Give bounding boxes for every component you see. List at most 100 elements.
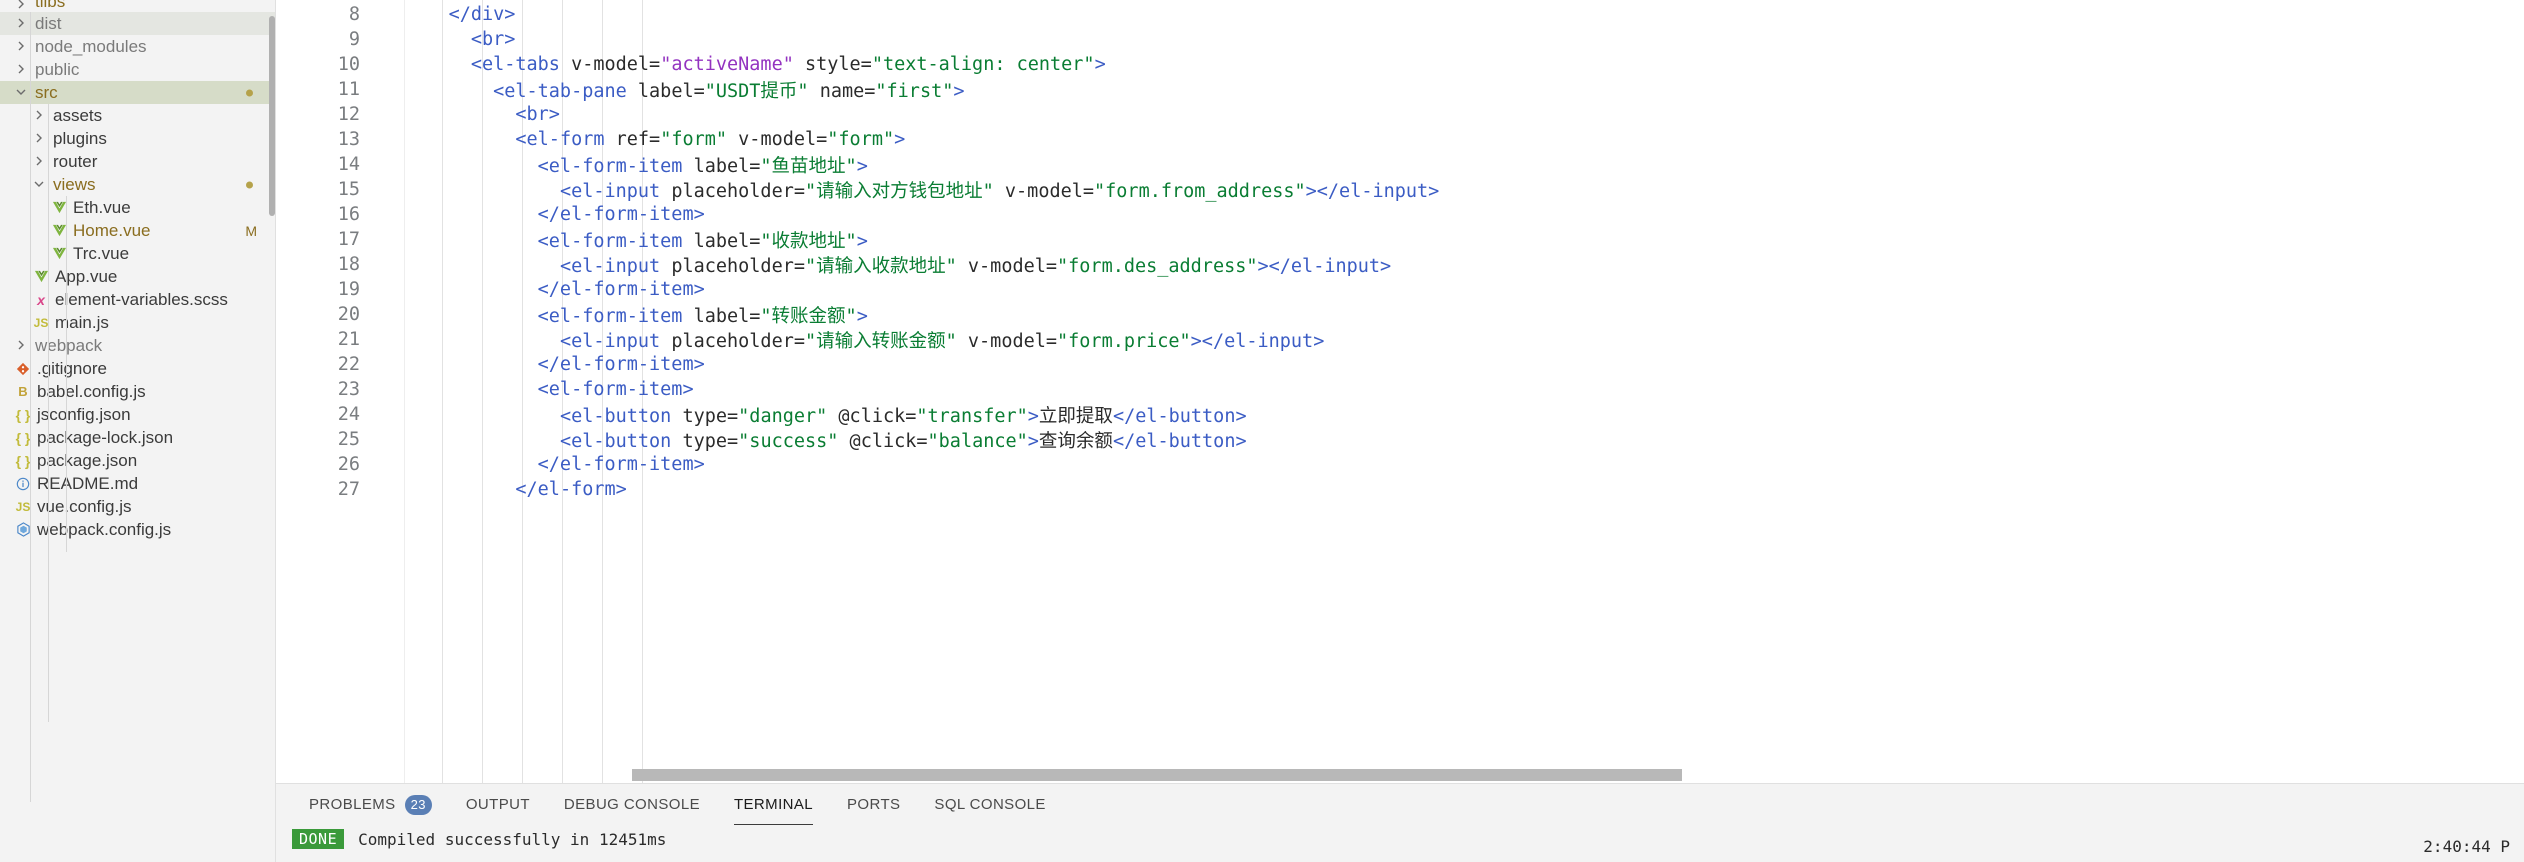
panel-tab-terminal[interactable]: TERMINAL (717, 784, 830, 825)
code-line: 12 <br> (276, 102, 2524, 127)
code-text: </el-form-item> (396, 454, 705, 475)
clock-time: 2:40:44 P (2423, 837, 2510, 856)
chevron-down-icon[interactable] (12, 86, 32, 100)
tree-item-label: Trc.vue (70, 244, 129, 264)
editor-horizontal-scrollbar[interactable] (632, 769, 1682, 781)
tree-item-app-vue[interactable]: App.vue (0, 265, 275, 288)
tree-item-webpack-config-js[interactable]: webpack.config.js (0, 518, 275, 541)
code-line: 19 </el-form-item> (276, 277, 2524, 302)
line-number: 23 (276, 379, 396, 400)
line-number: 11 (276, 79, 396, 100)
panel-tab-label: TERMINAL (734, 796, 813, 813)
git-status-badge: M (245, 223, 257, 239)
panel-tab-debug-console[interactable]: DEBUG CONSOLE (547, 784, 717, 825)
code-text: <el-button type="success" @click="balanc… (396, 427, 1247, 453)
tree-item-views[interactable]: views (0, 173, 275, 196)
modified-dot-indicator (246, 181, 253, 188)
tree-item-label: views (50, 175, 96, 195)
tree-item-webpack[interactable]: webpack (0, 334, 275, 357)
tree-item-label: main.js (52, 313, 109, 333)
panel-tab-output[interactable]: OUTPUT (449, 784, 547, 825)
chevron-right-icon[interactable] (30, 109, 50, 123)
chevron-down-icon[interactable] (30, 178, 50, 192)
code-line: 26 </el-form-item> (276, 452, 2524, 477)
tree-item-label: element-variables.scss (52, 290, 228, 310)
tree-item-label: assets (50, 106, 102, 126)
tree-item-assets[interactable]: assets (0, 104, 275, 127)
panel-tab-bar[interactable]: PROBLEMS23OUTPUTDEBUG CONSOLE TERMINAL POR… (276, 784, 2524, 825)
panel-tab-label: PORTS (847, 796, 900, 813)
panel-tab-sql-console[interactable]: SQL CONSOLE (917, 784, 1062, 825)
chevron-right-icon[interactable] (30, 155, 50, 169)
chevron-right-icon[interactable] (12, 339, 32, 353)
tree-item-main-js[interactable]: JSmain.js (0, 311, 275, 334)
tree-item-vue-config-js[interactable]: JSvue.config.js (0, 495, 275, 518)
code-line: 27 </el-form> (276, 477, 2524, 502)
code-text: </el-form-item> (396, 279, 705, 300)
tree-item-package-lock-json[interactable]: { }package-lock.json (0, 426, 275, 449)
code-text: <el-input placeholder="请输入对方钱包地址" v-mode… (396, 177, 1439, 203)
tree-indent-guide (66, 196, 67, 552)
tree-item-node-modules[interactable]: node_modules (0, 35, 275, 58)
code-text: <el-button type="danger" @click="transfe… (396, 402, 1247, 428)
tree-item-label: README.md (34, 474, 138, 494)
tree-item-router[interactable]: router (0, 150, 275, 173)
code-line: 8 </div> (276, 2, 2524, 27)
code-text: <br> (396, 104, 560, 125)
code-lines: 8 </div>9 <br>10 <el-tabs v-model="activ… (276, 0, 2524, 502)
file-tree[interactable]: tlibsdistnode_modulespublicsrc assetsplug… (0, 0, 275, 541)
editor-area: 8 </div>9 <br>10 <el-tabs v-model="activ… (276, 0, 2524, 862)
tree-item-label: package-lock.json (34, 428, 173, 448)
line-number: 18 (276, 254, 396, 275)
chevron-right-icon[interactable] (12, 63, 32, 77)
code-text: <el-form-item label="鱼苗地址"> (396, 152, 868, 178)
code-line: 21 <el-input placeholder="请输入转账金额" v-mod… (276, 327, 2524, 352)
problems-count-badge: 23 (405, 795, 432, 815)
code-text: <el-tabs v-model="activeName" style="tex… (396, 54, 1106, 75)
tree-item-gitignore[interactable]: .gitignore (0, 357, 275, 380)
tree-item-label: Home.vue (70, 221, 150, 241)
sidebar-scrollbar[interactable] (269, 16, 275, 216)
line-number: 22 (276, 354, 396, 375)
tree-item-label: webpack.config.js (34, 520, 171, 540)
chevron-right-icon[interactable] (30, 132, 50, 146)
code-text: <el-form-item label="转账金额"> (396, 302, 868, 328)
line-number: 16 (276, 204, 396, 225)
tree-item-label: router (50, 152, 97, 172)
tree-item-readme-md[interactable]: README.md (0, 472, 275, 495)
tree-item-tlibs[interactable]: tlibs (0, 0, 275, 12)
line-number: 10 (276, 54, 396, 75)
line-number: 12 (276, 104, 396, 125)
code-text: <br> (396, 29, 515, 50)
tree-item-plugins[interactable]: plugins (0, 127, 275, 150)
file-explorer-sidebar: tlibsdistnode_modulespublicsrc assetsplug… (0, 0, 276, 862)
code-editor[interactable]: 8 </div>9 <br>10 <el-tabs v-model="activ… (276, 0, 2524, 783)
chevron-right-icon[interactable] (12, 17, 32, 31)
code-text: <el-form-item> (396, 379, 694, 400)
bottom-panel: PROBLEMS23OUTPUTDEBUG CONSOLE TERMINAL POR… (276, 783, 2524, 862)
tree-item-label: babel.config.js (34, 382, 146, 402)
line-number: 15 (276, 179, 396, 200)
line-number: 21 (276, 329, 396, 350)
chevron-right-icon[interactable] (12, 0, 32, 12)
panel-tab-problems[interactable]: PROBLEMS23 (292, 784, 449, 825)
chevron-right-icon[interactable] (12, 40, 32, 54)
tree-item-home-vue[interactable]: Home.vue M (0, 219, 275, 242)
tree-item-trc-vue[interactable]: Trc.vue (0, 242, 275, 265)
tree-item-jsconfig-json[interactable]: { }jsconfig.json (0, 403, 275, 426)
tree-item-label: src (32, 83, 58, 103)
panel-tab-ports[interactable]: PORTS (830, 784, 917, 825)
code-line: 20 <el-form-item label="转账金额"> (276, 302, 2524, 327)
tree-item-dist[interactable]: dist (0, 12, 275, 35)
tree-item-label: node_modules (32, 37, 147, 57)
tree-item-src[interactable]: src (0, 81, 275, 104)
code-text: </el-form-item> (396, 204, 705, 225)
tree-item-package-json[interactable]: { }package.json (0, 449, 275, 472)
tree-item-babel-config-js[interactable]: Bbabel.config.js (0, 380, 275, 403)
tree-item-public[interactable]: public (0, 58, 275, 81)
tree-item-eth-vue[interactable]: Eth.vue (0, 196, 275, 219)
code-line: 16 </el-form-item> (276, 202, 2524, 227)
code-line: 25 <el-button type="success" @click="bal… (276, 427, 2524, 452)
tree-item-element-variables-scss[interactable]: xelement-variables.scss (0, 288, 275, 311)
code-text: <el-form-item label="收款地址"> (396, 227, 868, 253)
